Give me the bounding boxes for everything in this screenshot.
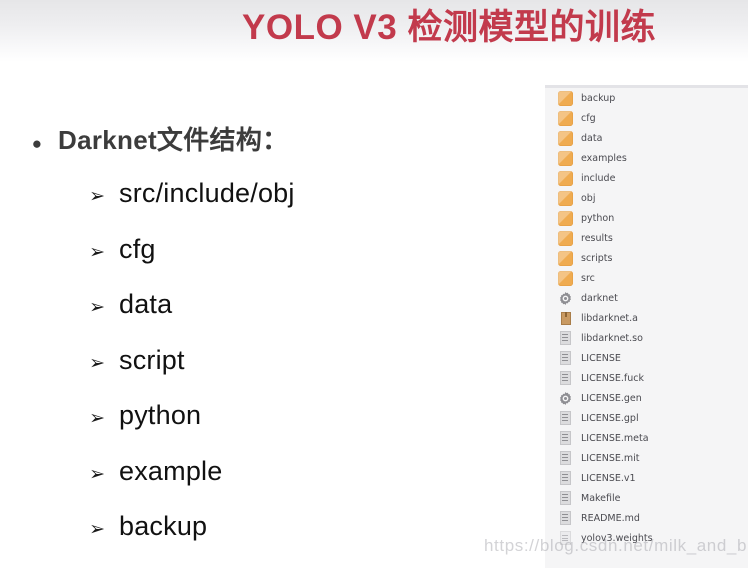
folder-icon [558, 270, 573, 286]
file-name-label: libdarknet.a [581, 312, 638, 324]
document-icon [558, 331, 573, 346]
outline-heading-row: ● Darknet文件结构： [0, 120, 540, 178]
folder-icon [558, 230, 573, 246]
document-icon [558, 371, 573, 386]
file-list-item[interactable]: cfg [545, 108, 748, 128]
gear-icon [558, 291, 573, 306]
file-name-label: backup [581, 92, 616, 104]
list-item-label: script [119, 344, 185, 375]
file-list-item[interactable]: scripts [545, 248, 748, 268]
file-list-item[interactable]: src [545, 268, 748, 288]
file-list-item[interactable]: libdarknet.so [545, 328, 748, 348]
folder-icon [558, 190, 573, 206]
arrow-bullet-icon: ➢ [89, 462, 105, 485]
file-name-label: results [581, 232, 613, 244]
file-list-item[interactable]: libdarknet.a [545, 308, 748, 328]
list-item-label: backup [119, 511, 208, 541]
file-name-label: obj [581, 192, 596, 204]
document-icon [558, 431, 573, 446]
file-list-item[interactable]: backup [545, 88, 748, 108]
file-list-item[interactable]: Makefile [545, 488, 748, 508]
list-item: ➢ python [0, 400, 540, 456]
arrow-bullet-icon: ➢ [89, 351, 105, 374]
outline-list: ● Darknet文件结构： ➢ src/include/obj ➢ cfg ➢… [0, 120, 540, 567]
file-list-item[interactable]: obj [545, 188, 748, 208]
file-name-label: examples [581, 152, 627, 164]
file-list-item[interactable]: darknet [545, 288, 748, 308]
file-list-item[interactable]: python [545, 208, 748, 228]
file-list-item[interactable]: LICENSE.gen [545, 388, 748, 408]
arrow-bullet-icon: ➢ [89, 518, 105, 540]
file-name-label: LICENSE.v1 [581, 472, 636, 484]
file-name-label: darknet [581, 292, 618, 304]
file-listing-panel: backup cfg data examples include obj python res… [545, 85, 748, 568]
list-item-label: data [119, 289, 173, 319]
folder-icon [558, 90, 573, 106]
watermark-text: https://blog.csdn.net/milk_and_bread [484, 536, 748, 555]
gear-icon [558, 391, 573, 406]
file-list-item[interactable]: examples [545, 148, 748, 168]
document-icon [558, 351, 573, 366]
file-list-item[interactable]: LICENSE.v1 [545, 468, 748, 488]
document-icon [558, 451, 573, 466]
page-title: YOLO V3 检测模型的训练 [242, 8, 656, 47]
document-icon [558, 511, 573, 526]
file-list-item[interactable]: README.md [545, 508, 748, 528]
arrow-bullet-icon: ➢ [89, 407, 105, 429]
file-name-label: LICENSE [581, 352, 621, 364]
file-name-label: LICENSE.meta [581, 432, 649, 444]
file-list-item[interactable]: results [545, 228, 748, 248]
list-item-label: src/include/obj [119, 178, 295, 208]
file-name-label: libdarknet.so [581, 332, 643, 344]
file-name-label: cfg [581, 112, 596, 124]
file-list-item[interactable]: data [545, 128, 748, 148]
file-name-label: include [581, 172, 616, 184]
file-name-label: Makefile [581, 492, 621, 504]
file-name-label: python [581, 212, 615, 224]
file-list-item[interactable]: include [545, 168, 748, 188]
document-icon [558, 471, 573, 486]
arrow-bullet-icon: ➢ [89, 185, 105, 207]
file-name-label: LICENSE.gen [581, 392, 642, 404]
bullet-dot-icon: ● [31, 134, 42, 153]
list-item-label: example [119, 455, 223, 486]
folder-icon [558, 170, 573, 186]
file-list-item[interactable]: LICENSE.mit [545, 448, 748, 468]
file-list-item[interactable]: LICENSE.gpl [545, 408, 748, 428]
file-name-label: LICENSE.mit [581, 452, 640, 464]
folder-icon [558, 150, 573, 166]
list-item: ➢ example [0, 456, 540, 512]
folder-icon [558, 110, 573, 126]
arrow-bullet-icon: ➢ [89, 240, 105, 263]
document-icon [558, 411, 573, 426]
file-name-label: LICENSE.gpl [581, 412, 639, 424]
arrow-bullet-icon: ➢ [89, 296, 105, 318]
list-item: ➢ backup [0, 511, 540, 567]
file-name-label: README.md [581, 512, 640, 524]
folder-icon [558, 210, 573, 226]
list-item-label: python [119, 400, 202, 430]
file-list-item[interactable]: LICENSE.fuck [545, 368, 748, 388]
folder-icon [558, 130, 573, 146]
list-item: ➢ data [0, 289, 540, 345]
file-name-label: data [581, 132, 603, 144]
archive-icon [558, 311, 573, 326]
file-list-item[interactable]: LICENSE [545, 348, 748, 368]
list-item: ➢ script [0, 345, 540, 401]
file-name-label: scripts [581, 252, 613, 264]
list-item-label: cfg [119, 233, 156, 264]
file-name-label: src [581, 272, 595, 284]
document-icon [558, 491, 573, 506]
outline-heading-label: Darknet文件结构： [58, 125, 289, 155]
list-item: ➢ src/include/obj [0, 178, 540, 234]
file-list-item[interactable]: LICENSE.meta [545, 428, 748, 448]
file-name-label: LICENSE.fuck [581, 372, 644, 384]
folder-icon [558, 250, 573, 266]
list-item: ➢ cfg [0, 234, 540, 290]
